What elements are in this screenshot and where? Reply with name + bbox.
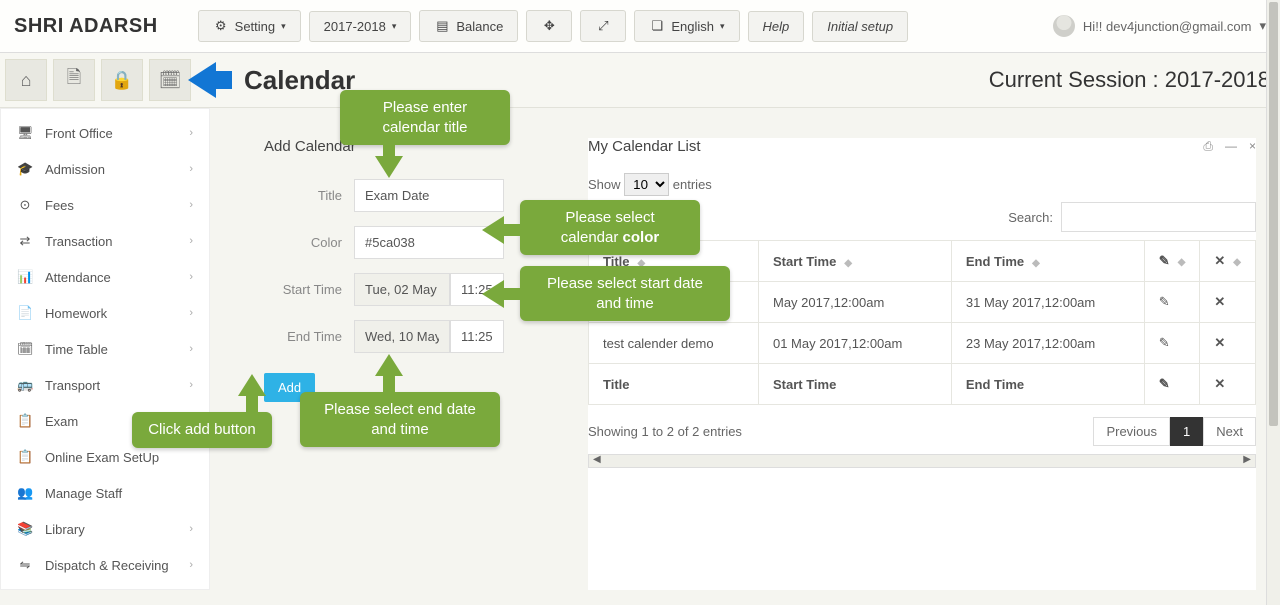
resize-button[interactable]: ⤢ [580, 10, 626, 42]
book-icon: 📚 [17, 521, 33, 537]
callout-add: Click add button [132, 412, 272, 448]
gear-icon: ⚙ [213, 18, 229, 34]
sidebar-item-timetable[interactable]: 🗓Time Table› [1, 331, 209, 367]
lock-icon[interactable]: 🔒 [101, 59, 143, 101]
chevron-right-icon: › [189, 127, 193, 139]
table-row: test calender demo01 May 2017,12:00am23 … [589, 323, 1256, 364]
clip-icon: 📋 [17, 413, 33, 429]
diag-icon: ⤢ [595, 18, 611, 34]
avatar-icon [1053, 15, 1075, 37]
arrow-left-icon [482, 216, 504, 244]
delete-icon: ✕ [1214, 376, 1225, 391]
sidebar-item-manage-staff[interactable]: 👥Manage Staff [1, 475, 209, 511]
user-menu[interactable]: Hi!! dev4junction@gmail.com ▾ [1053, 15, 1266, 37]
arrow-down-icon [375, 156, 403, 178]
calendar-table: Title◆ Start Time◆ End Time◆ ✎◆ ✕◆ May 2… [588, 240, 1256, 405]
chart-icon: 📊 [17, 269, 33, 285]
sidebar-item-attendance[interactable]: 📊Attendance› [1, 259, 209, 295]
coin-icon: ⊙ [17, 197, 33, 213]
close-icon[interactable]: × [1249, 139, 1256, 154]
search-input[interactable] [1061, 202, 1256, 232]
year-button[interactable]: 2017-2018▾ [309, 11, 412, 42]
ledger-icon: ▤ [434, 18, 450, 34]
sidebar-item-fees[interactable]: ⊙Fees› [1, 187, 209, 223]
prev-button[interactable]: Previous [1093, 417, 1170, 446]
end-date-input[interactable] [354, 320, 450, 353]
end-label: End Time [264, 329, 342, 344]
session-label: Current Session : 2017-2018 [989, 67, 1270, 93]
edit-icon: ✎ [1159, 376, 1170, 391]
callout-start: Please select start date and time [520, 266, 730, 321]
minimize-icon[interactable]: — [1225, 139, 1237, 154]
bus-icon: 🚌 [17, 377, 33, 393]
title-input[interactable] [354, 179, 504, 212]
end-time-input[interactable] [450, 320, 504, 353]
color-label: Color [264, 235, 342, 250]
setting-button[interactable]: ⚙Setting▾ [198, 10, 301, 42]
grad-icon: 🎓 [17, 161, 33, 177]
callout-end: Please select end date and time [300, 392, 500, 447]
delete-icon[interactable]: ✕ [1214, 335, 1225, 350]
edit-icon[interactable]: ✎ [1159, 294, 1170, 309]
delete-icon[interactable]: ✕ [1214, 294, 1225, 309]
col-edit: ✎◆ [1144, 241, 1200, 282]
monitor-icon: 🖥 [17, 125, 33, 141]
arrows-icon: ⇋ [17, 557, 33, 573]
help-button[interactable]: Help [748, 11, 805, 42]
entries-select[interactable]: 10 [624, 173, 669, 196]
arrow-left-icon [482, 280, 504, 308]
sidebar-item-library[interactable]: 📚Library› [1, 511, 209, 547]
fullscreen-button[interactable]: ✥ [526, 10, 572, 42]
user-greeting: Hi!! dev4junction@gmail.com [1083, 19, 1252, 34]
sidebar-item-transaction[interactable]: ⇄Transaction› [1, 223, 209, 259]
balance-button[interactable]: ▤Balance [419, 10, 518, 42]
cal-icon: 🗓 [17, 341, 33, 357]
initial-setup-button[interactable]: Initial setup [812, 11, 908, 42]
edit-icon[interactable]: ✎ [1159, 335, 1170, 350]
doc-icon: 📄 [17, 305, 33, 321]
start-label: Start Time [264, 282, 342, 297]
calendar-icon[interactable]: 🗓 [149, 59, 191, 101]
edit-icon: ✎ [1159, 253, 1170, 268]
swap-icon: ⇄ [17, 233, 33, 249]
globe-icon: ❏ [649, 18, 665, 34]
list-heading: My Calendar List [588, 138, 701, 155]
start-date-input[interactable] [354, 273, 450, 306]
language-button[interactable]: ❏English▾ [634, 10, 739, 42]
home-icon[interactable]: ⌂ [5, 59, 47, 101]
arrow-up-icon [375, 354, 403, 376]
callout-color: Please selectcalendar color [520, 200, 700, 255]
h-scrollbar[interactable] [588, 454, 1256, 468]
col-start[interactable]: Start Time◆ [758, 241, 951, 282]
sidebar: 🖥Front Office› 🎓Admission› ⊙Fees› ⇄Trans… [0, 108, 210, 590]
arrow-up-icon [238, 374, 266, 396]
col-del: ✕◆ [1200, 241, 1256, 282]
entries-summary: Showing 1 to 2 of 2 entries [588, 424, 742, 439]
sidebar-item-transport[interactable]: 🚌Transport› [1, 367, 209, 403]
next-button[interactable]: Next [1203, 417, 1256, 446]
v-scrollbar[interactable] [1266, 0, 1280, 605]
translate-icon[interactable]: 🗎 [53, 59, 95, 101]
search-label: Search: [1008, 210, 1053, 225]
sidebar-item-admission[interactable]: 🎓Admission› [1, 151, 209, 187]
page-title: Calendar [244, 65, 355, 96]
users-icon: 👥 [17, 485, 33, 501]
sidebar-item-homework[interactable]: 📄Homework› [1, 295, 209, 331]
col-end[interactable]: End Time◆ [951, 241, 1144, 282]
delete-icon: ✕ [1214, 253, 1225, 268]
sidebar-item-dispatch[interactable]: ⇋Dispatch & Receiving› [1, 547, 209, 583]
sidebar-item-front-office[interactable]: 🖥Front Office› [1, 115, 209, 151]
callout-title: Please enter calendar title [340, 90, 510, 145]
print-icon[interactable]: ⎙ [1203, 139, 1213, 154]
expand-icon: ✥ [541, 18, 557, 34]
page-1-button[interactable]: 1 [1170, 417, 1203, 446]
brand-title: SHRI ADARSH [14, 15, 158, 38]
clip2-icon: 📋 [17, 449, 33, 465]
blue-arrow-icon [188, 62, 216, 98]
title-label: Title [264, 188, 342, 203]
